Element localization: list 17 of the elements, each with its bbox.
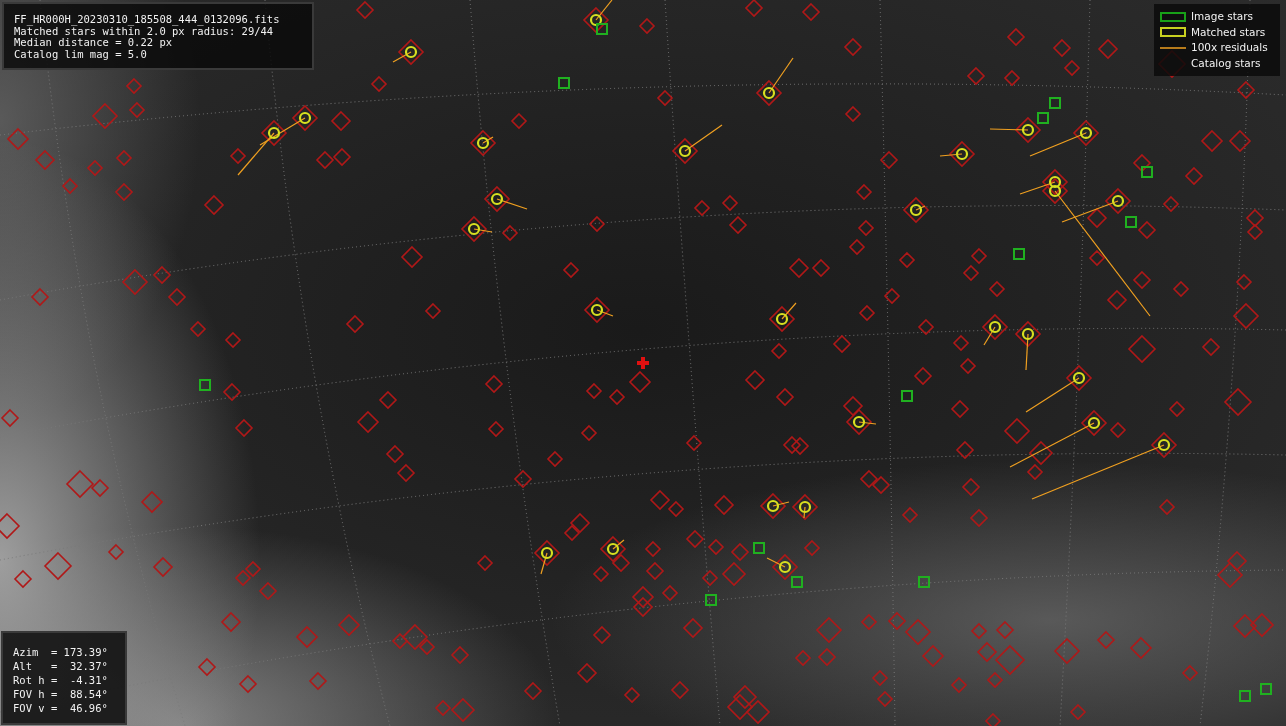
pointing-value: Rot h = -4.31° [13,673,109,687]
fit-statistic: Median distance = 0.22 px [14,37,173,49]
legend-label: Catalog stars [1191,55,1261,71]
legend-square-icon [1160,27,1186,38]
pointing-value: Alt = 32.37° [13,659,109,673]
legend-label: 100x residuals [1191,40,1268,55]
file-name: FF_HR000H_20230310_185508_444_0132096.fits [14,14,281,26]
pointing-value: Azim = 173.39° [13,645,109,659]
pointing-value: FOV v = 46.96° [13,701,109,715]
pointing-value: FOV h = 88.54° [13,687,109,701]
center-cross-icon [637,357,649,369]
fit-statistic: Catalog lim mag = 5.0 [14,48,148,60]
legend-line-icon [1160,45,1186,50]
legend-square-icon [1160,11,1186,22]
legend-label: Matched stars [1191,24,1266,40]
legend-label: Image stars [1191,9,1254,24]
fit-statistic: Matched stars within 2.0 px radius: 29/44 [14,25,274,37]
